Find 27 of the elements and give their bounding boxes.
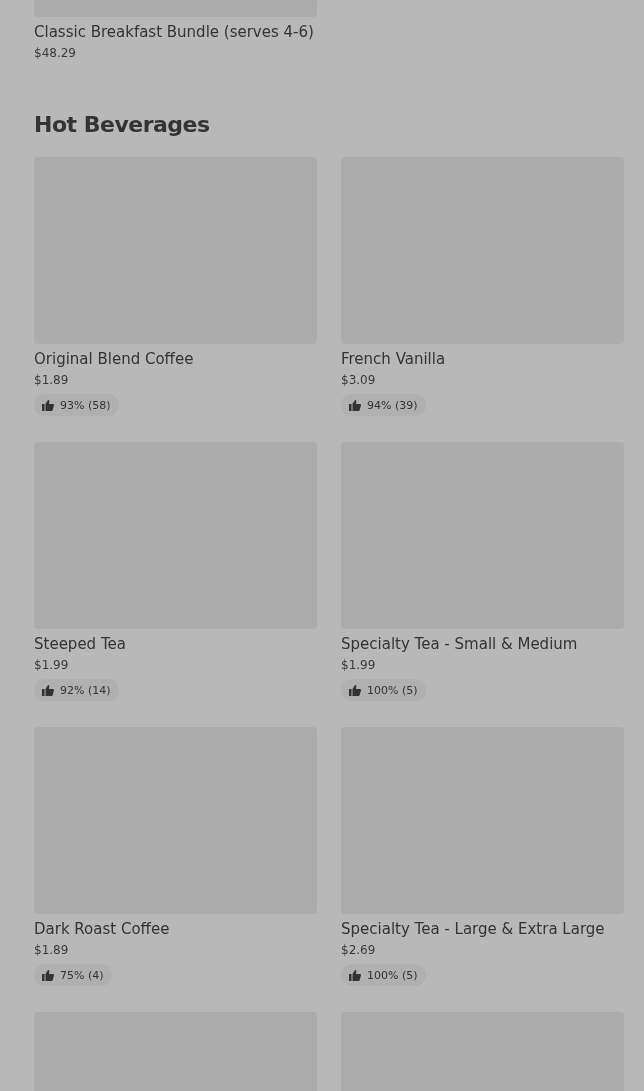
rating-text: 100% (5)	[367, 968, 418, 982]
rating-text: 100% (5)	[367, 683, 418, 697]
item-name: Classic Breakfast Bundle (serves 4-6)	[34, 22, 315, 42]
item-price: $48.29	[34, 45, 77, 61]
item-name: Specialty Tea - Small & Medium	[341, 634, 578, 654]
item-price: $1.89	[34, 942, 69, 958]
thumbs-up-icon	[349, 969, 361, 981]
item-price: $3.09	[341, 372, 376, 388]
item-name: Steeped Tea	[34, 634, 126, 654]
item-name: Original Blend Coffee	[34, 349, 194, 369]
rating-text: 75% (4)	[60, 968, 104, 982]
thumbs-up-icon	[42, 399, 54, 411]
item-price: $1.99	[34, 657, 69, 673]
item-price: $1.99	[341, 657, 376, 673]
rating-text: 94% (39)	[367, 398, 418, 412]
rating-text: 92% (14)	[60, 683, 111, 697]
rating-text: 93% (58)	[60, 398, 111, 412]
item-name: Specialty Tea - Large & Extra Large	[341, 919, 605, 939]
section-heading: Hot Beverages	[34, 111, 211, 139]
thumbs-up-icon	[42, 969, 54, 981]
thumbs-up-icon	[349, 399, 361, 411]
item-name: Dark Roast Coffee	[34, 919, 170, 939]
thumbs-up-icon	[349, 684, 361, 696]
item-price: $1.89	[34, 372, 69, 388]
item-name: French Vanilla	[341, 349, 446, 369]
item-price: $2.69	[341, 942, 376, 958]
thumbs-up-icon	[42, 684, 54, 696]
